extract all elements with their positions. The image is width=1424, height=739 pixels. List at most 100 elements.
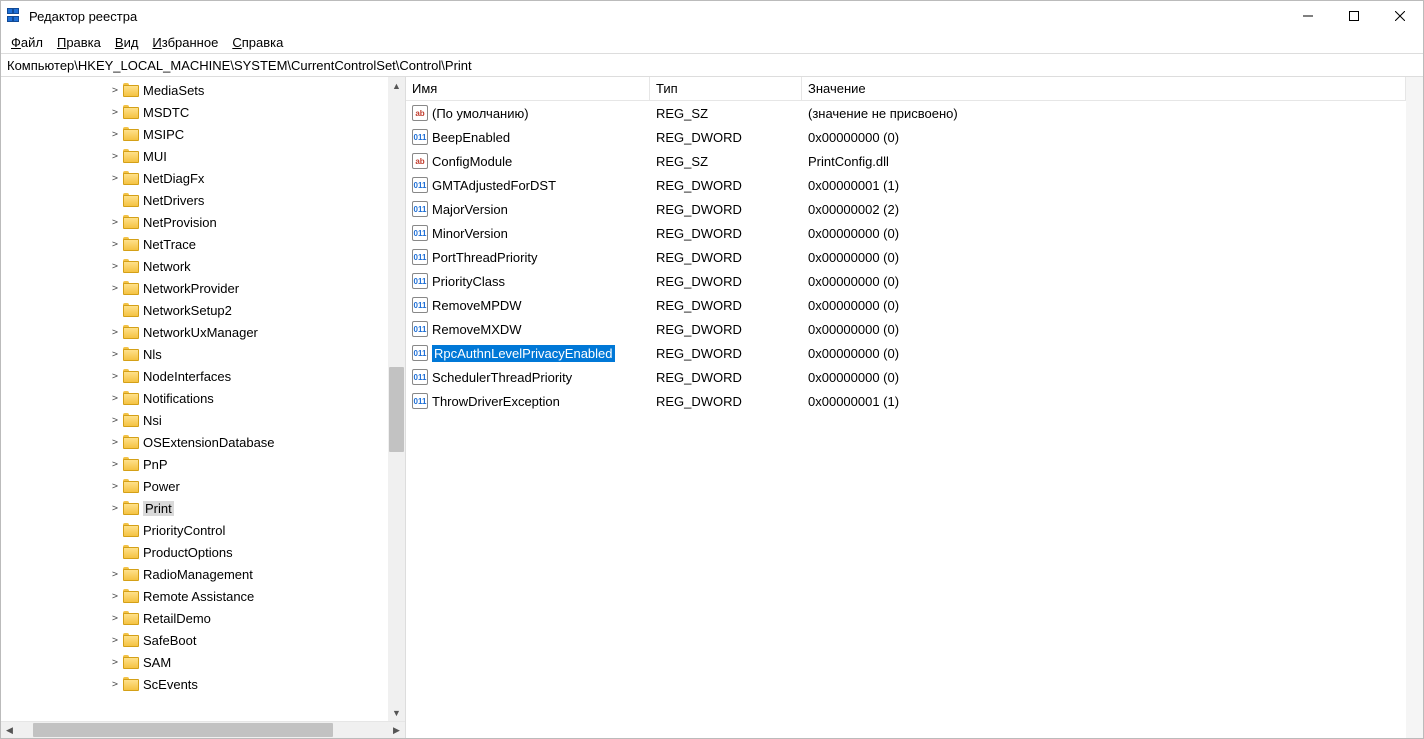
expander-icon[interactable]: > xyxy=(109,679,121,690)
tree-item-print[interactable]: >Print xyxy=(1,497,388,519)
scroll-right-icon[interactable]: ▶ xyxy=(388,722,405,739)
tree-vertical-scrollbar[interactable]: ▲ ▼ xyxy=(388,77,405,721)
list-vertical-scrollbar[interactable] xyxy=(1406,77,1423,738)
tree-item-nls[interactable]: >Nls xyxy=(1,343,388,365)
list-row[interactable]: 011RemoveMPDWREG_DWORD0x00000000 (0) xyxy=(406,293,1406,317)
tree-item-scevents[interactable]: >ScEvents xyxy=(1,673,388,695)
expander-icon[interactable]: > xyxy=(109,129,121,140)
tree-item-safeboot[interactable]: >SafeBoot xyxy=(1,629,388,651)
tree-item-msipc[interactable]: >MSIPC xyxy=(1,123,388,145)
folder-icon xyxy=(123,259,139,273)
menu-help[interactable]: Справка xyxy=(232,35,283,50)
column-name[interactable]: Имя xyxy=(406,77,650,100)
tree-item-label: RadioManagement xyxy=(143,567,253,582)
column-type[interactable]: Тип xyxy=(650,77,802,100)
tree-item-mui[interactable]: >MUI xyxy=(1,145,388,167)
expander-icon[interactable]: > xyxy=(109,503,121,514)
close-button[interactable] xyxy=(1377,1,1423,31)
value-type: REG_DWORD xyxy=(650,298,802,313)
tree-item-netdrivers[interactable]: NetDrivers xyxy=(1,189,388,211)
value-name: RemoveMPDW xyxy=(432,298,522,313)
menu-file[interactable]: Файл xyxy=(11,35,43,50)
tree-item-pnp[interactable]: >PnP xyxy=(1,453,388,475)
list-row[interactable]: 011MinorVersionREG_DWORD0x00000000 (0) xyxy=(406,221,1406,245)
scroll-left-icon[interactable]: ◀ xyxy=(1,722,18,739)
expander-icon[interactable]: > xyxy=(109,107,121,118)
minimize-button[interactable] xyxy=(1285,1,1331,31)
expander-icon[interactable]: > xyxy=(109,481,121,492)
list-row[interactable]: 011MajorVersionREG_DWORD0x00000002 (2) xyxy=(406,197,1406,221)
menu-view[interactable]: Вид xyxy=(115,35,139,50)
list-row[interactable]: 011PriorityClassREG_DWORD0x00000000 (0) xyxy=(406,269,1406,293)
tree[interactable]: >MediaSets>MSDTC>MSIPC>MUI>NetDiagFxNetD… xyxy=(1,77,388,721)
tree-item-sam[interactable]: >SAM xyxy=(1,651,388,673)
expander-icon[interactable]: > xyxy=(109,657,121,668)
address-bar[interactable]: Компьютер\HKEY_LOCAL_MACHINE\SYSTEM\Curr… xyxy=(1,53,1423,77)
tree-item-networkprovider[interactable]: >NetworkProvider xyxy=(1,277,388,299)
expander-icon[interactable]: > xyxy=(109,261,121,272)
tree-horizontal-scrollbar[interactable]: ◀ ▶ xyxy=(1,721,405,738)
tree-item-radiomanagement[interactable]: > RadioManagement xyxy=(1,563,388,585)
folder-icon xyxy=(123,589,139,603)
list-row[interactable]: 011BeepEnabledREG_DWORD0x00000000 (0) xyxy=(406,125,1406,149)
menu-edit[interactable]: Правка xyxy=(57,35,101,50)
list-row[interactable]: 011PortThreadPriorityREG_DWORD0x00000000… xyxy=(406,245,1406,269)
expander-icon[interactable]: > xyxy=(109,591,121,602)
expander-icon[interactable]: > xyxy=(109,371,121,382)
scroll-thumb[interactable] xyxy=(33,723,333,737)
list-row[interactable]: ab(По умолчанию)REG_SZ(значение не присв… xyxy=(406,101,1406,125)
list-row[interactable]: 011GMTAdjustedForDSTREG_DWORD0x00000001 … xyxy=(406,173,1406,197)
list-row[interactable]: 011ThrowDriverExceptionREG_DWORD0x000000… xyxy=(406,389,1406,413)
expander-icon[interactable]: > xyxy=(109,437,121,448)
expander-icon[interactable]: > xyxy=(109,85,121,96)
menu-favorites[interactable]: Избранное xyxy=(152,35,218,50)
tree-item-nettrace[interactable]: >NetTrace xyxy=(1,233,388,255)
value-data: 0x00000000 (0) xyxy=(802,370,1406,385)
expander-icon[interactable]: > xyxy=(109,349,121,360)
tree-item-label: RetailDemo xyxy=(143,611,211,626)
tree-item-netdiagfx[interactable]: >NetDiagFx xyxy=(1,167,388,189)
tree-item-network[interactable]: > Network xyxy=(1,255,388,277)
list-row[interactable]: abConfigModuleREG_SZPrintConfig.dll xyxy=(406,149,1406,173)
tree-item-label: Network xyxy=(143,259,191,274)
tree-item-notifications[interactable]: >Notifications xyxy=(1,387,388,409)
tree-item-retaildemo[interactable]: > RetailDemo xyxy=(1,607,388,629)
list-row[interactable]: 011SchedulerThreadPriorityREG_DWORD0x000… xyxy=(406,365,1406,389)
tree-item-msdtc[interactable]: >MSDTC xyxy=(1,101,388,123)
tree-item-power[interactable]: >Power xyxy=(1,475,388,497)
list-row[interactable]: 011RemoveMXDWREG_DWORD0x00000000 (0) xyxy=(406,317,1406,341)
tree-item-remote-assistance[interactable]: > Remote Assistance xyxy=(1,585,388,607)
expander-icon[interactable]: > xyxy=(109,283,121,294)
tree-item-netprovision[interactable]: >NetProvision xyxy=(1,211,388,233)
scroll-down-icon[interactable]: ▼ xyxy=(388,704,405,721)
expander-icon[interactable]: > xyxy=(109,173,121,184)
tree-item-osextensiondatabase[interactable]: >OSExtensionDatabase xyxy=(1,431,388,453)
expander-icon[interactable]: > xyxy=(109,569,121,580)
expander-icon[interactable]: > xyxy=(109,459,121,470)
tree-item-prioritycontrol[interactable]: PriorityControl xyxy=(1,519,388,541)
column-value[interactable]: Значение xyxy=(802,77,1406,100)
tree-item-networkuxmanager[interactable]: >NetworkUxManager xyxy=(1,321,388,343)
value-name: RpcAuthnLevelPrivacyEnabled xyxy=(432,345,615,362)
tree-item-productoptions[interactable]: ProductOptions xyxy=(1,541,388,563)
maximize-button[interactable] xyxy=(1331,1,1377,31)
expander-icon[interactable]: > xyxy=(109,635,121,646)
tree-item-nodeinterfaces[interactable]: >NodeInterfaces xyxy=(1,365,388,387)
expander-icon[interactable]: > xyxy=(109,327,121,338)
tree-item-label: Remote Assistance xyxy=(143,589,254,604)
value-data: (значение не присвоено) xyxy=(802,106,1406,121)
expander-icon[interactable]: > xyxy=(109,613,121,624)
scroll-thumb[interactable] xyxy=(389,367,404,452)
tree-item-nsi[interactable]: >Nsi xyxy=(1,409,388,431)
tree-item-mediasets[interactable]: >MediaSets xyxy=(1,79,388,101)
expander-icon[interactable]: > xyxy=(109,217,121,228)
list-row[interactable]: 011RpcAuthnLevelPrivacyEnabledREG_DWORD0… xyxy=(406,341,1406,365)
expander-icon[interactable]: > xyxy=(109,151,121,162)
list-body[interactable]: ab(По умолчанию)REG_SZ(значение не присв… xyxy=(406,101,1406,413)
expander-icon[interactable]: > xyxy=(109,393,121,404)
titlebar[interactable]: Редактор реестра xyxy=(1,1,1423,31)
expander-icon[interactable]: > xyxy=(109,239,121,250)
expander-icon[interactable]: > xyxy=(109,415,121,426)
tree-item-networksetup2[interactable]: NetworkSetup2 xyxy=(1,299,388,321)
scroll-up-icon[interactable]: ▲ xyxy=(388,77,405,94)
